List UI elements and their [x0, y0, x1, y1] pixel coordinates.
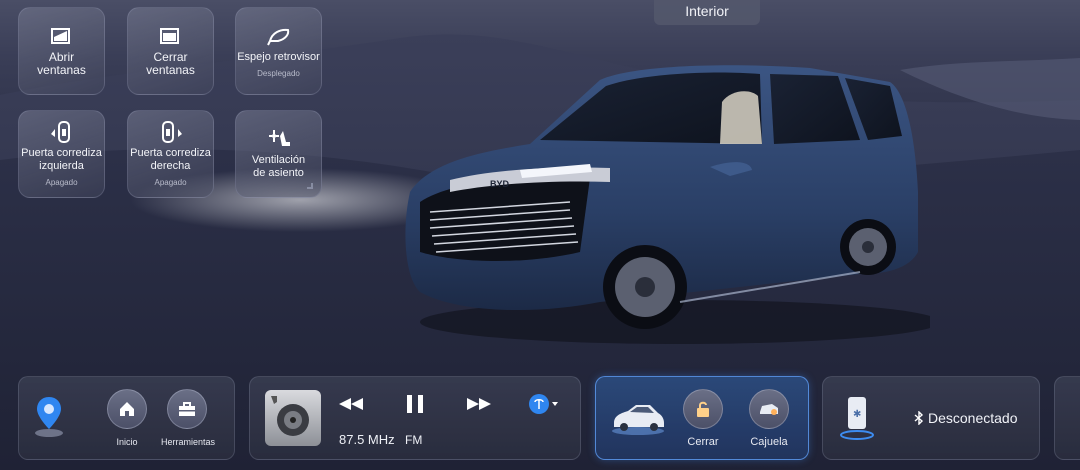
pause-button[interactable]: [401, 391, 429, 417]
album-art[interactable]: [265, 390, 321, 446]
bluetooth-status: Desconectado: [928, 410, 1018, 426]
fast-forward-button[interactable]: [464, 393, 494, 415]
trunk-button[interactable]: [749, 389, 789, 429]
radio-band: FM: [405, 433, 423, 447]
vehicle-illustration: BYD: [405, 65, 930, 344]
lock-open-icon: [697, 401, 709, 417]
rewind-icon: [339, 398, 363, 410]
tile-label: Puerta corrediza derecha: [130, 147, 211, 172]
mirror-icon: [266, 28, 289, 45]
lock-button[interactable]: [683, 389, 723, 429]
seat-ventilation-icon: [268, 130, 290, 146]
phone-dock: ✱ Desconectado: [822, 376, 1040, 460]
tile-label: Cerrar ventanas: [146, 50, 195, 77]
car-icon[interactable]: [610, 399, 666, 435]
home-label: Inicio: [116, 437, 138, 447]
svg-text:BYD: BYD: [490, 179, 510, 189]
map-pin-icon[interactable]: [33, 395, 65, 439]
rewind-button[interactable]: [336, 393, 366, 415]
bluetooth-icon: [914, 411, 924, 425]
close-windows-button[interactable]: Cerrar ventanas: [127, 7, 214, 95]
trunk-icon: [760, 404, 778, 415]
radio-frequency: 87.5 MHz: [339, 432, 395, 447]
tools-button[interactable]: [167, 389, 207, 429]
pause-icon: [407, 395, 423, 413]
tile-status: Desplegado: [257, 68, 300, 78]
tile-label: Espejo retrovisor: [237, 50, 320, 63]
extra-dock[interactable]: [1054, 376, 1080, 460]
tile-label: Abrir ventanas: [37, 50, 86, 77]
expand-corner-icon: [307, 183, 313, 189]
svg-text:✱: ✱: [853, 409, 861, 420]
window-close-icon: [159, 28, 179, 44]
tile-label: Puerta corrediza izquierda: [21, 147, 102, 172]
seat-ventilation-button[interactable]: Ventilación de asiento: [235, 110, 322, 198]
source-select-button[interactable]: [526, 391, 560, 417]
nav-dock: Inicio Herramientas: [18, 376, 235, 460]
home-button[interactable]: [107, 389, 147, 429]
toolbox-icon: [179, 402, 195, 416]
mirror-button[interactable]: Espejo retrovisor Desplegado: [235, 7, 322, 95]
vehicle-dock: Cerrar Cajuela: [595, 376, 809, 460]
radio-source-icon: [529, 394, 558, 414]
tile-label: Ventilación de asiento: [251, 154, 306, 179]
home-icon: [120, 402, 134, 416]
tile-status: Apagado: [154, 178, 187, 187]
window-open-icon: [50, 28, 70, 44]
trunk-label: Cajuela: [750, 436, 788, 448]
fast-forward-icon: [467, 398, 491, 410]
tools-label: Herramientas: [160, 437, 216, 447]
sliding-door-right-button[interactable]: Puerta corrediza derecha Apagado: [127, 110, 214, 198]
sliding-door-right-icon: [161, 121, 182, 143]
lock-label: Cerrar: [687, 436, 719, 448]
tile-status: Apagado: [45, 178, 78, 187]
media-dock: 87.5 MHz FM: [249, 376, 581, 460]
open-windows-button[interactable]: Abrir ventanas: [18, 7, 105, 95]
sliding-door-left-button[interactable]: Puerta corrediza izquierda Apagado: [18, 110, 105, 198]
phone-icon[interactable]: ✱: [839, 393, 875, 441]
tab-interior[interactable]: Interior: [654, 0, 760, 25]
sliding-door-left-icon: [50, 121, 70, 143]
speaker-icon: [271, 396, 309, 436]
